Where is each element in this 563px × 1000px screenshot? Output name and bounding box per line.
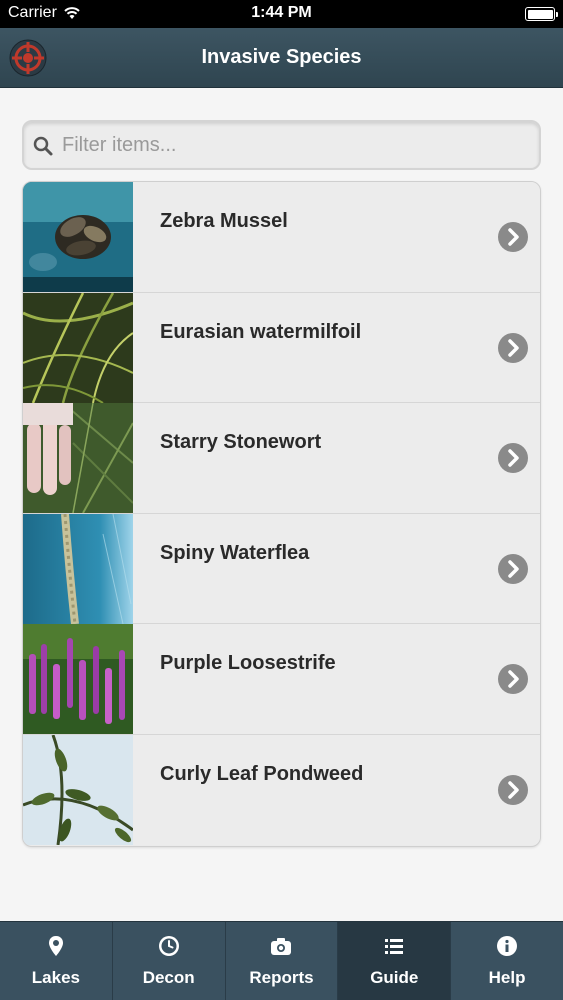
tab-decon[interactable]: Decon xyxy=(113,922,226,1000)
purple-loosestrife-thumbnail xyxy=(23,624,133,734)
tab-reports[interactable]: Reports xyxy=(226,922,339,1000)
chevron-right-icon[interactable] xyxy=(498,222,528,252)
list-item-spiny-waterflea[interactable]: Spiny Waterflea xyxy=(23,513,540,624)
chevron-right-icon[interactable] xyxy=(498,664,528,694)
starry-stonewort-thumbnail xyxy=(23,403,133,513)
chevron-right-icon[interactable] xyxy=(498,553,528,584)
eurasian-watermilfoil-thumbnail xyxy=(23,292,133,403)
list-item-zebra-mussel[interactable]: Zebra Mussel xyxy=(23,182,540,293)
clock: 1:44 PM xyxy=(251,4,312,21)
item-label: Spiny Waterflea xyxy=(160,541,310,564)
zebra-mussel-thumbnail xyxy=(23,182,133,292)
tab-label: Reports xyxy=(249,968,314,987)
clock-icon xyxy=(158,936,179,956)
list-item-curly-leaf-pondweed[interactable]: Curly Leaf Pondweed xyxy=(23,734,540,845)
filter-input[interactable] xyxy=(62,130,532,160)
battery-icon xyxy=(525,7,558,21)
tab-help[interactable]: Help xyxy=(451,922,563,1000)
chevron-right-icon[interactable] xyxy=(498,443,528,473)
tab-guide[interactable]: Guide xyxy=(338,922,452,1000)
filter-search-box[interactable] xyxy=(22,120,541,170)
tab-lakes[interactable]: Lakes xyxy=(0,922,113,1000)
item-label: Curly Leaf Pondweed xyxy=(160,762,364,785)
curly-leaf-pondweed-thumbnail xyxy=(23,734,133,845)
camera-icon xyxy=(271,938,292,955)
page-title: Invasive Species xyxy=(201,46,362,68)
search-icon xyxy=(33,136,53,156)
status-bar: Carrier 1:44 PM xyxy=(0,0,563,28)
item-label: Purple Loosestrife xyxy=(160,652,336,674)
item-label: Zebra Mussel xyxy=(160,210,288,232)
species-list: Zebra Mussel Eurasian watermilfoil Starr… xyxy=(22,181,541,847)
item-label: Eurasian watermilfoil xyxy=(160,320,362,343)
tab-label: Guide xyxy=(370,968,419,987)
tab-label: Help xyxy=(488,968,526,987)
item-label: Starry Stonewort xyxy=(160,431,322,453)
list-icon xyxy=(385,939,404,954)
nav-bar: Invasive Species xyxy=(0,28,563,88)
tab-label: Decon xyxy=(142,968,195,987)
spiny-waterflea-thumbnail xyxy=(23,513,133,624)
info-icon xyxy=(497,936,518,956)
chevron-right-icon[interactable] xyxy=(498,332,528,363)
list-item-purple-loosestrife[interactable]: Purple Loosestrife xyxy=(23,624,540,735)
map-pin-icon xyxy=(48,936,63,956)
list-item-starry-stonewort[interactable]: Starry Stonewort xyxy=(23,403,540,514)
chevron-right-icon[interactable] xyxy=(498,774,528,805)
list-item-eurasian-watermilfoil[interactable]: Eurasian watermilfoil xyxy=(23,292,540,403)
tab-label: Lakes xyxy=(31,968,80,987)
tab-bar: Lakes Decon Reports Guide Help xyxy=(0,921,563,1000)
